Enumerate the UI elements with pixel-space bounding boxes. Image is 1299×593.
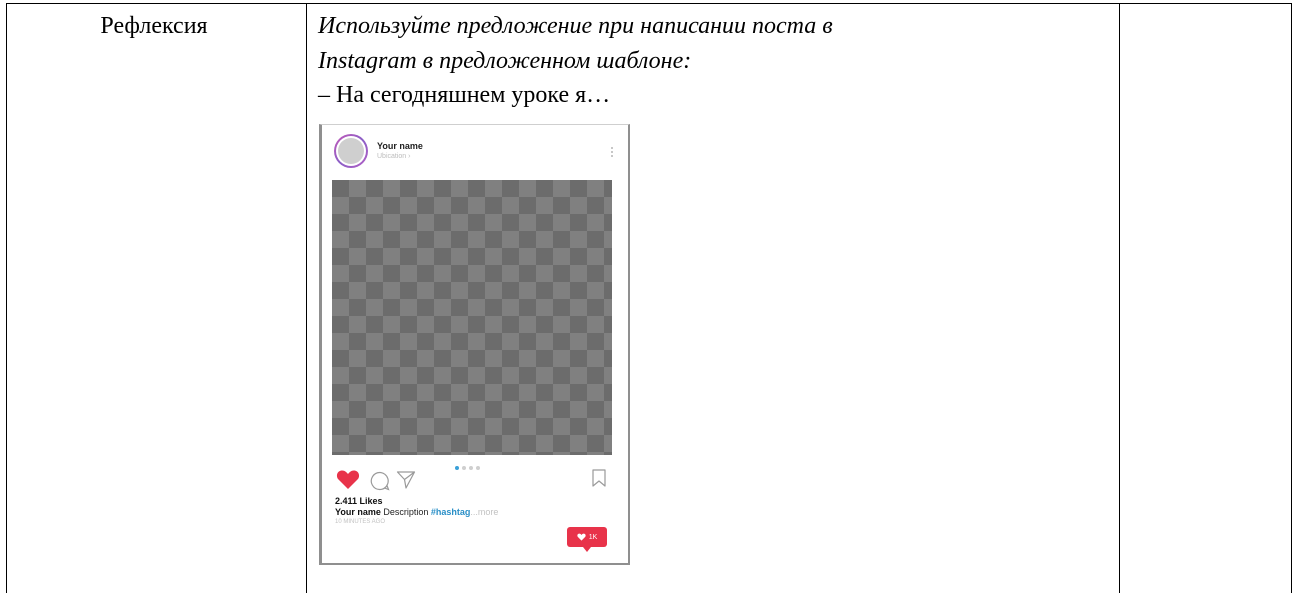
avatar [338, 138, 364, 164]
template-bottom-edge [322, 563, 628, 565]
reflection-label: Рефлексия [100, 13, 208, 39]
table-left-border [6, 3, 7, 593]
comment-icon [370, 471, 390, 491]
caption-more: ...more [470, 507, 499, 517]
instagram-post-template: Your name Ubication › 2.411 Likes Your n… [319, 124, 630, 565]
document-page: Рефлексия Используйте предложение при на… [0, 0, 1299, 593]
post-username: Your name [377, 141, 423, 151]
carousel-indicator [455, 466, 480, 470]
table-divider-1 [306, 3, 307, 593]
heart-icon [336, 470, 360, 489]
carousel-dot [462, 466, 466, 470]
instruction-line-2: Instagram в предложенном шаблоне: [318, 48, 692, 74]
post-timestamp: 10 MINUTES AGO [335, 519, 386, 525]
share-icon [396, 471, 416, 489]
caption-hashtag: #hashtag [430, 507, 471, 517]
photo-placeholder [332, 180, 612, 455]
likes-notification-badge: 1K [567, 527, 607, 552]
notification-count: 1K [588, 533, 598, 541]
carousel-dot [455, 466, 459, 470]
caption-text: Description [380, 507, 431, 517]
carousel-dot [469, 466, 473, 470]
prompt-line: – На сегодняшнем уроке я… [318, 82, 611, 108]
bookmark-icon [592, 469, 606, 487]
more-options-icon [611, 147, 614, 159]
likes-count: 2.411 Likes [335, 496, 383, 506]
carousel-dot [476, 466, 480, 470]
post-location: Ubication › [377, 153, 411, 160]
caption-username: Your name [335, 507, 381, 517]
post-caption: Your name Description #hashtag...more [335, 507, 498, 517]
table-right-border [1291, 3, 1292, 593]
instruction-line-1: Используйте предложение при написании по… [318, 13, 833, 39]
heart-icon [577, 533, 586, 541]
table-top-border [6, 3, 1292, 4]
table-divider-2 [1119, 3, 1120, 593]
